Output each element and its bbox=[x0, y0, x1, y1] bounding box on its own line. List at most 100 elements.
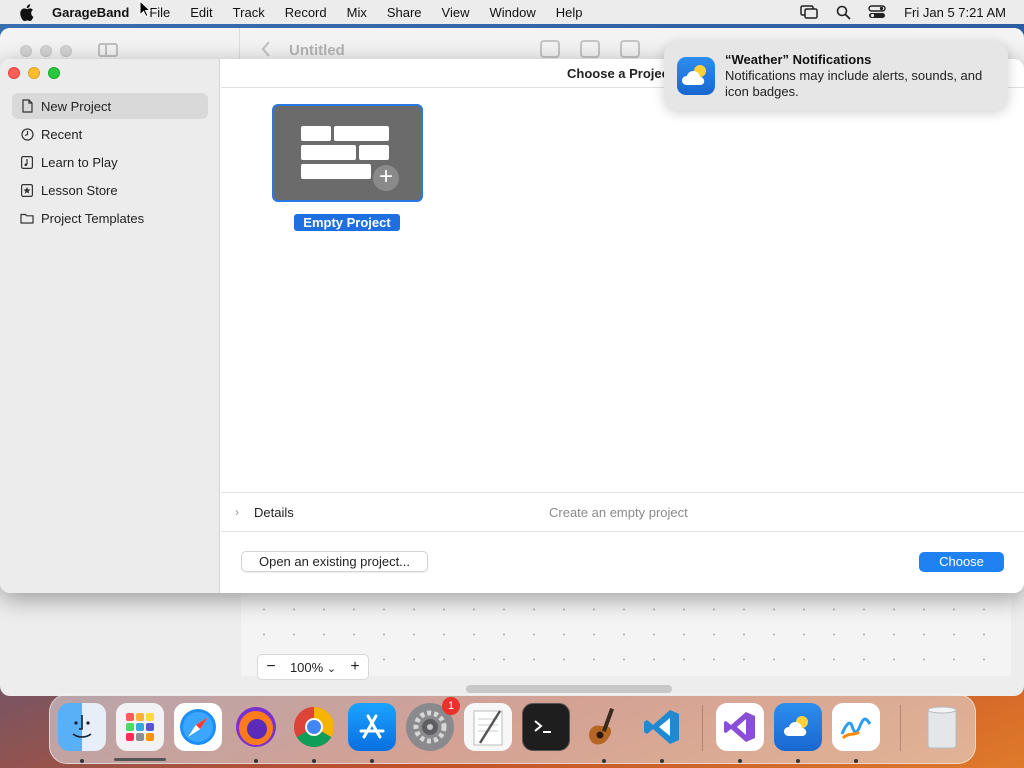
zoom-out-button[interactable]: − bbox=[258, 658, 284, 676]
menu-record[interactable]: Record bbox=[275, 5, 337, 20]
disclosure-chevron-icon[interactable]: › bbox=[235, 505, 239, 519]
zoom-button-inactive[interactable] bbox=[60, 45, 72, 57]
garageband-icon[interactable] bbox=[580, 703, 628, 751]
vscode-icon[interactable] bbox=[638, 703, 686, 751]
running-indicator bbox=[796, 759, 800, 763]
launchpad-icon[interactable] bbox=[116, 703, 164, 751]
horizontal-scrollbar[interactable] bbox=[466, 685, 672, 693]
running-indicator bbox=[660, 759, 664, 763]
zoom-value[interactable]: 100% ⌄ bbox=[284, 660, 342, 675]
sidebar-item-label: Learn to Play bbox=[41, 154, 118, 170]
sidebar-item-lesson-store[interactable]: Lesson Store bbox=[12, 177, 208, 203]
running-indicator bbox=[370, 759, 374, 763]
window-controls bbox=[8, 67, 60, 79]
freeform-icon[interactable] bbox=[832, 703, 880, 751]
mouse-cursor-icon bbox=[139, 0, 152, 23]
menu-window[interactable]: Window bbox=[480, 5, 546, 20]
chrome-icon[interactable] bbox=[290, 703, 338, 751]
sidebar-item-label: Recent bbox=[41, 126, 83, 142]
menu-track[interactable]: Track bbox=[223, 5, 275, 20]
menu-bar: GarageBand File Edit Track Record Mix Sh… bbox=[0, 0, 1024, 24]
zoom-value-text: 100% bbox=[289, 659, 324, 675]
running-indicator bbox=[738, 759, 742, 763]
background-window-title: Untitled bbox=[289, 42, 345, 59]
weather-app-icon bbox=[677, 57, 715, 95]
empty-project-label[interactable]: Empty Project bbox=[294, 214, 400, 231]
textedit-icon[interactable] bbox=[464, 703, 512, 751]
library-icon[interactable] bbox=[540, 40, 560, 58]
running-indicator bbox=[80, 759, 84, 763]
menu-share[interactable]: Share bbox=[377, 5, 432, 20]
sidebar-item-recent[interactable]: Recent bbox=[12, 121, 208, 147]
music-note-icon bbox=[20, 155, 34, 169]
open-existing-project-button[interactable]: Open an existing project... bbox=[241, 551, 428, 572]
control-center-icon[interactable] bbox=[866, 4, 888, 20]
running-indicator bbox=[254, 759, 258, 763]
menu-edit[interactable]: Edit bbox=[180, 5, 222, 20]
choose-button[interactable]: Choose bbox=[919, 552, 1004, 572]
launchpad-progress-bar bbox=[114, 758, 166, 761]
tile-bar bbox=[301, 126, 331, 141]
terminal-icon[interactable] bbox=[522, 703, 570, 751]
sidebar-toggle-icon[interactable] bbox=[98, 43, 118, 57]
close-button-inactive[interactable] bbox=[20, 45, 32, 57]
sidebar-item-learn-to-play[interactable]: Learn to Play bbox=[12, 149, 208, 175]
shapes-icon[interactable] bbox=[580, 40, 600, 58]
chooser-title: Choose a Project bbox=[567, 66, 674, 81]
visual-studio-icon[interactable] bbox=[716, 703, 764, 751]
menu-mix[interactable]: Mix bbox=[337, 5, 377, 20]
dock-separator bbox=[900, 705, 901, 751]
close-button[interactable] bbox=[8, 67, 20, 79]
sidebar-item-label: Lesson Store bbox=[41, 182, 118, 198]
text-icon[interactable] bbox=[620, 40, 640, 58]
zoom-in-button[interactable]: + bbox=[342, 658, 368, 676]
weather-dock-icon[interactable] bbox=[774, 703, 822, 751]
system-settings-icon[interactable]: 1 bbox=[406, 697, 460, 751]
running-indicator bbox=[312, 759, 316, 763]
sidebar-item-project-templates[interactable]: Project Templates bbox=[12, 205, 208, 231]
menu-clock[interactable]: Fri Jan 5 7:21 AM bbox=[904, 5, 1006, 20]
menu-help[interactable]: Help bbox=[546, 5, 593, 20]
sidebar-item-new-project[interactable]: New Project bbox=[12, 93, 208, 119]
finder-icon[interactable] bbox=[58, 703, 106, 751]
details-label[interactable]: Details bbox=[254, 505, 294, 520]
chooser-sidebar: New Project Recent Learn to Play Lesson … bbox=[0, 59, 220, 593]
details-section: › Details Create an empty project bbox=[221, 492, 1024, 532]
minimize-button-inactive[interactable] bbox=[40, 45, 52, 57]
tile-bar bbox=[301, 164, 371, 179]
zoom-dropdown-chevron-icon: ⌄ bbox=[326, 662, 337, 675]
weather-notification[interactable]: “Weather” Notifications Notifications ma… bbox=[664, 41, 1008, 110]
dock: 1 bbox=[49, 694, 976, 764]
document-icon bbox=[20, 99, 34, 113]
tile-bar bbox=[359, 145, 389, 160]
tile-bar bbox=[334, 126, 389, 141]
notification-body: Notifications may include alerts, sounds… bbox=[725, 68, 983, 99]
star-icon bbox=[20, 183, 34, 197]
trash-icon[interactable] bbox=[918, 703, 966, 751]
running-indicator bbox=[602, 759, 606, 763]
dock-separator bbox=[702, 705, 703, 751]
add-plus-icon: + bbox=[371, 163, 401, 193]
folder-icon bbox=[20, 211, 34, 225]
empty-project-tile[interactable]: + bbox=[272, 104, 423, 202]
minimize-button[interactable] bbox=[28, 67, 40, 79]
details-description: Create an empty project bbox=[549, 505, 688, 520]
menu-view[interactable]: View bbox=[432, 5, 480, 20]
notification-badge: 1 bbox=[442, 697, 460, 715]
zoom-button[interactable] bbox=[48, 67, 60, 79]
screen-mirroring-icon[interactable] bbox=[798, 4, 820, 20]
status-area: Fri Jan 5 7:21 AM bbox=[792, 0, 1024, 24]
spotlight-search-icon[interactable] bbox=[832, 4, 854, 20]
sidebar-item-label: Project Templates bbox=[41, 210, 145, 226]
project-chooser-window: New Project Recent Learn to Play Lesson … bbox=[0, 59, 1024, 593]
notification-title: “Weather” Notifications bbox=[725, 52, 872, 67]
app-store-icon[interactable] bbox=[348, 703, 396, 751]
firefox-icon[interactable] bbox=[232, 703, 280, 751]
menu-app-name[interactable]: GarageBand bbox=[50, 5, 139, 20]
safari-icon[interactable] bbox=[174, 703, 222, 751]
running-indicator bbox=[854, 759, 858, 763]
sidebar-item-label: New Project bbox=[41, 98, 112, 114]
tile-bar bbox=[301, 145, 356, 160]
toolbar-icons bbox=[540, 40, 640, 58]
apple-menu-icon[interactable] bbox=[16, 2, 36, 22]
